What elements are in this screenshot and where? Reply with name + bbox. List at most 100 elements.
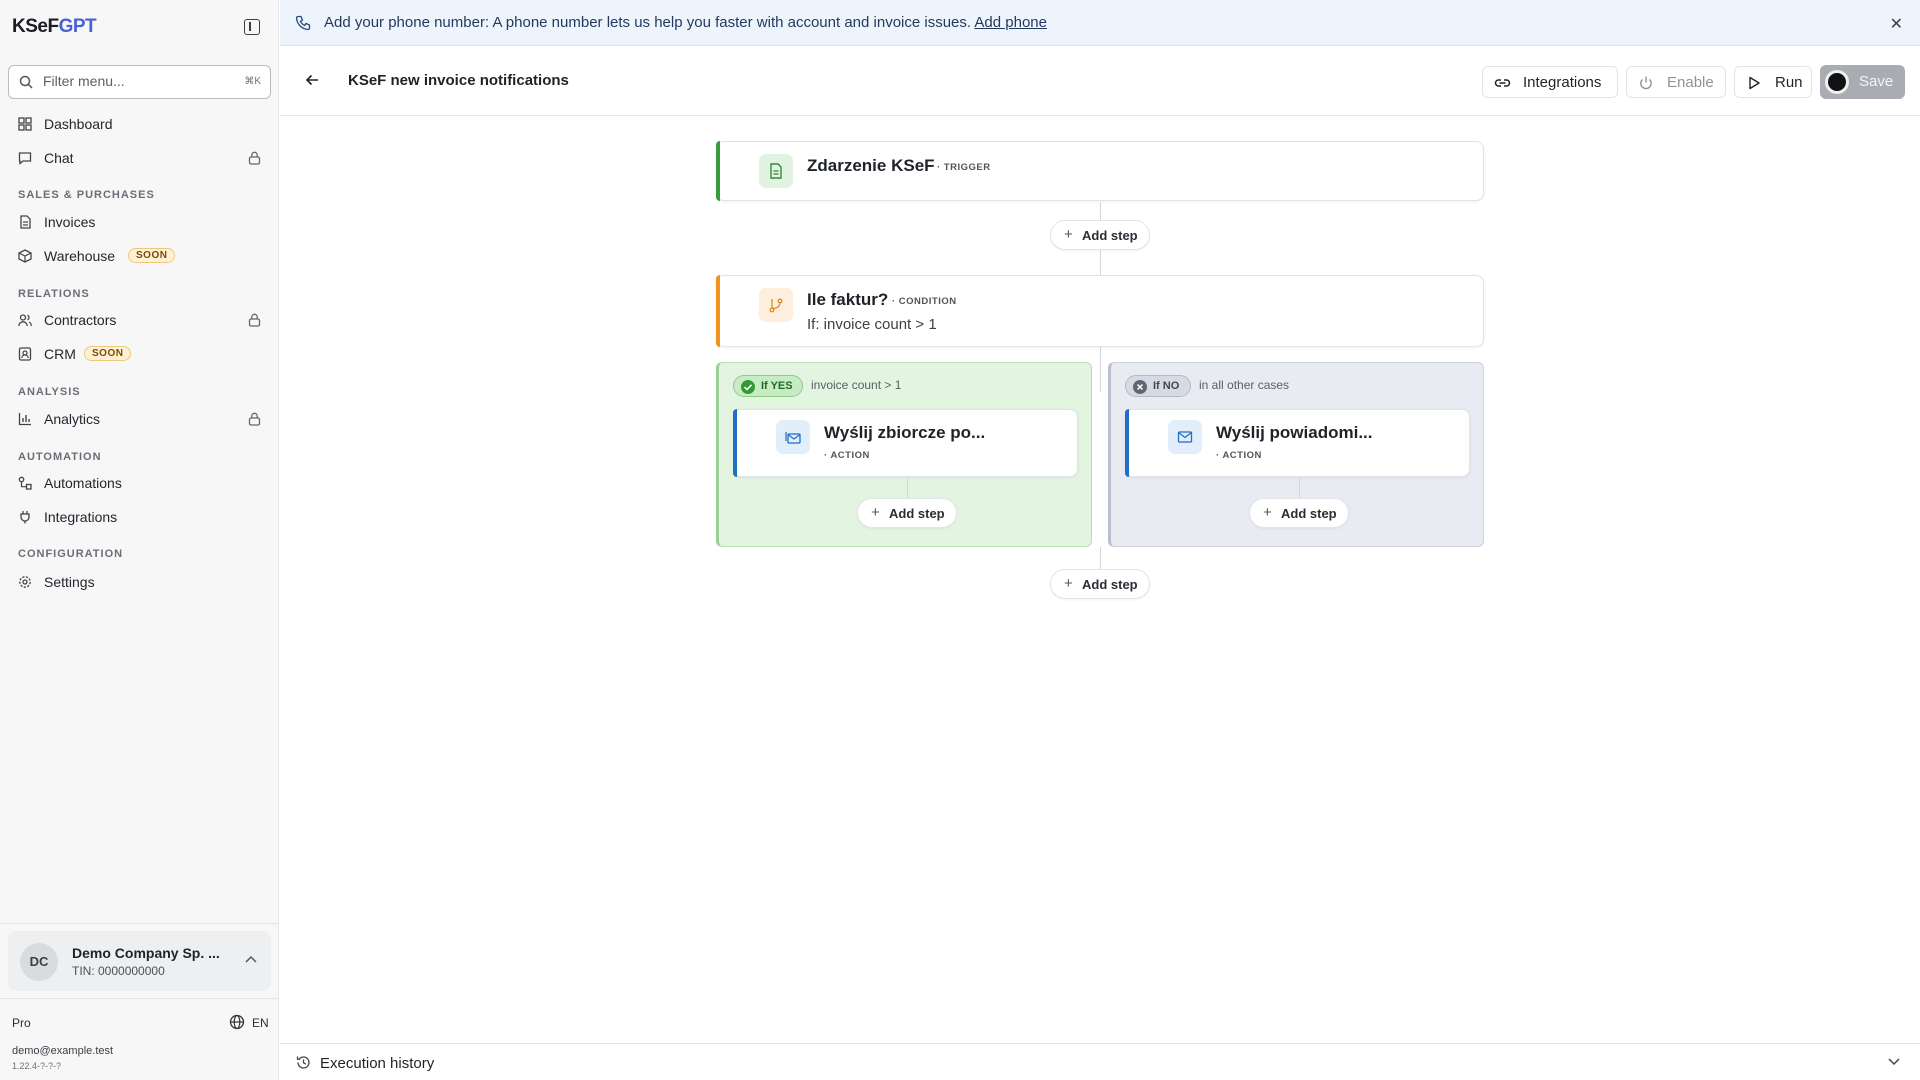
action-title: Wyślij zbiorcze po... bbox=[824, 423, 986, 442]
add-step-button[interactable]: + Add step bbox=[1050, 220, 1150, 250]
sidebar-item-chat[interactable]: Chat bbox=[8, 143, 271, 173]
users-icon bbox=[18, 314, 32, 327]
action-card[interactable]: Wyślij powiadomi... · ACTION bbox=[1125, 409, 1470, 477]
company-switcher[interactable]: DC Demo Company Sp. ... TIN: 0000000000 bbox=[8, 931, 271, 991]
x-icon bbox=[1133, 380, 1147, 394]
no-branch-condition: in all other cases bbox=[1199, 378, 1290, 392]
integrations-button-label: Integrations bbox=[1523, 74, 1602, 91]
action-icon-box bbox=[776, 420, 810, 454]
execution-history-panel[interactable]: Execution history bbox=[280, 1043, 1920, 1080]
integrations-button[interactable]: Integrations bbox=[1482, 66, 1618, 98]
chat-icon bbox=[18, 152, 32, 165]
sidebar-item-label: Chat bbox=[44, 150, 74, 166]
sidebar-toggle-icon[interactable] bbox=[244, 19, 260, 35]
sidebar-item-contractors[interactable]: Contractors bbox=[8, 305, 271, 335]
if-yes-pill: If YES bbox=[733, 375, 803, 397]
filter-menu-input[interactable] bbox=[43, 73, 223, 89]
phone-banner: Add your phone number: A phone number le… bbox=[280, 0, 1920, 46]
sidebar-item-automations[interactable]: Automations bbox=[8, 468, 271, 498]
trigger-accent bbox=[716, 141, 720, 201]
condition-expression: If: invoice count > 1 bbox=[807, 316, 937, 333]
globe-icon bbox=[229, 1014, 245, 1030]
app-version: 1.22.4-?-?-? bbox=[12, 1061, 62, 1071]
chevron-up-icon bbox=[245, 955, 257, 963]
trigger-icon-box bbox=[759, 154, 793, 188]
play-icon bbox=[1749, 76, 1760, 90]
add-step-button[interactable]: + Add step bbox=[857, 498, 957, 528]
sidebar-item-warehouse[interactable]: Warehouse SOON bbox=[8, 241, 271, 271]
sidebar-item-label: CRM bbox=[44, 346, 76, 362]
add-step-label: Add step bbox=[889, 506, 945, 521]
dashboard-icon bbox=[18, 117, 32, 131]
add-step-button[interactable]: + Add step bbox=[1249, 498, 1349, 528]
brand-logo[interactable]: KSeFGPT bbox=[12, 16, 97, 38]
sidebar-item-integrations[interactable]: Integrations bbox=[8, 502, 271, 532]
contact-book-icon bbox=[18, 347, 32, 361]
save-button[interactable]: Save bbox=[1820, 65, 1905, 99]
sidebar-item-label: Contractors bbox=[44, 312, 117, 328]
soon-badge: SOON bbox=[128, 248, 176, 263]
plus-icon: + bbox=[1064, 226, 1073, 243]
trigger-card[interactable]: Zdarzenie KSeF · TRIGGER bbox=[716, 141, 1484, 201]
sidebar-item-dashboard[interactable]: Dashboard bbox=[8, 109, 271, 139]
condition-card[interactable]: Ile faktur? · CONDITION If: invoice coun… bbox=[716, 275, 1484, 347]
action-tag: · ACTION bbox=[824, 450, 870, 461]
lock-icon bbox=[248, 412, 261, 426]
filter-menu-field[interactable]: ⌘K bbox=[8, 65, 271, 99]
action-title: Wyślij powiadomi... bbox=[1216, 423, 1373, 442]
enable-button[interactable]: Enable bbox=[1626, 66, 1726, 98]
package-icon bbox=[18, 249, 32, 263]
sidebar-item-label: Warehouse bbox=[44, 248, 116, 264]
run-button[interactable]: Run bbox=[1734, 66, 1812, 98]
close-icon[interactable]: ✕ bbox=[1890, 14, 1903, 34]
sidebar-divider bbox=[0, 923, 279, 924]
plug-icon bbox=[20, 511, 30, 524]
banner-text: Add your phone number: A phone number le… bbox=[324, 14, 972, 31]
avatar: DC bbox=[20, 943, 58, 981]
power-icon bbox=[1640, 76, 1652, 90]
sidebar-item-label: Settings bbox=[44, 574, 95, 590]
arrow-left-icon[interactable] bbox=[304, 72, 320, 88]
add-phone-link[interactable]: Add phone bbox=[974, 14, 1047, 31]
condition-accent bbox=[716, 275, 720, 347]
sidebar-item-invoices[interactable]: Invoices bbox=[8, 207, 271, 237]
section-analysis: ANALYSIS bbox=[18, 386, 81, 398]
search-icon bbox=[19, 75, 33, 89]
add-step-button[interactable]: + Add step bbox=[1050, 569, 1150, 599]
language-code: EN bbox=[252, 1016, 269, 1030]
sidebar-item-crm[interactable]: CRM SOON bbox=[8, 339, 271, 369]
add-step-label: Add step bbox=[1082, 577, 1138, 592]
section-sales-purchases: SALES & PURCHASES bbox=[18, 189, 155, 201]
no-branch: If NO in all other cases Wyślij powiadom… bbox=[1108, 362, 1484, 547]
sidebar-item-label: Automations bbox=[44, 475, 122, 491]
brand-main: KSeF bbox=[12, 16, 59, 37]
sidebar-divider bbox=[0, 998, 279, 999]
sidebar-item-settings[interactable]: Settings bbox=[8, 567, 271, 597]
sidebar: KSeFGPT ⌘K Dashboard Chat SALES & PURCHA… bbox=[0, 0, 279, 1080]
plus-icon: + bbox=[871, 504, 880, 521]
banner-message: Add your phone number: A phone number le… bbox=[324, 14, 1047, 31]
mail-stack-icon bbox=[785, 432, 801, 444]
trigger-title: Zdarzenie KSeF bbox=[807, 156, 935, 175]
page-title: KSeF new invoice notifications bbox=[348, 72, 569, 89]
add-step-label: Add step bbox=[1281, 506, 1337, 521]
save-toggle-knob bbox=[1828, 73, 1846, 91]
link-icon bbox=[1494, 79, 1511, 87]
phone-icon bbox=[295, 15, 311, 31]
add-step-label: Add step bbox=[1082, 228, 1138, 243]
action-accent bbox=[1125, 409, 1129, 477]
if-no-label: If NO bbox=[1153, 380, 1180, 392]
action-tag: · ACTION bbox=[1216, 450, 1262, 461]
action-card[interactable]: Wyślij zbiorcze po... · ACTION bbox=[733, 409, 1078, 477]
document-icon bbox=[770, 163, 782, 179]
section-configuration: CONFIGURATION bbox=[18, 548, 124, 560]
lock-icon bbox=[248, 151, 261, 165]
mail-icon bbox=[1177, 431, 1193, 443]
soon-badge: SOON bbox=[84, 346, 132, 361]
sidebar-item-analytics[interactable]: Analytics bbox=[8, 404, 271, 434]
automation-header: KSeF new invoice notifications Integrati… bbox=[280, 46, 1920, 116]
condition-title: Ile faktur? bbox=[807, 290, 889, 309]
company-tin: TIN: 0000000000 bbox=[72, 964, 165, 978]
yes-branch: If YES invoice count > 1 Wyślij zbiorcze… bbox=[716, 362, 1092, 547]
plus-icon: + bbox=[1064, 575, 1073, 592]
